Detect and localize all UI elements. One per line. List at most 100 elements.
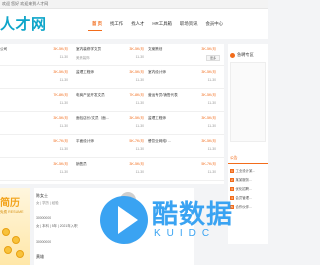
notice-text[interactable]: 某某服务... [236, 177, 252, 182]
job-title[interactable]: 电商产品开发文员 [76, 93, 105, 98]
job-salary: 3K-5K/月 [53, 162, 68, 166]
job-card[interactable]: 室内装修学文员 3K-5K/月 美贵装饰 11-30 [76, 44, 150, 66]
nav-member-center[interactable]: 会员中心 [201, 21, 227, 27]
job-date: 11-30 [207, 170, 216, 174]
site-logo[interactable]: 人才网 [0, 13, 47, 34]
job-card[interactable]: 餐饮业网络/ ... 3K-5K/月 11-30 [148, 136, 222, 158]
job-date: 11-30 [135, 101, 144, 105]
job-title[interactable]: 室内装修学文员 [76, 47, 101, 52]
job-date: 11-30 [59, 78, 68, 82]
job-salary: 3K-5K/月 [129, 162, 144, 166]
site-header: 人才网 首 页 找工作 找人才 HR工具箱 职场资讯 会员中心 [0, 9, 268, 39]
welcome-note: 欢迎 您好 欢迎来到人才网 [2, 1, 49, 6]
job-title[interactable]: 室内设计师 [148, 70, 166, 75]
notice-divider [228, 163, 268, 164]
urgent-jobs-box[interactable] [230, 62, 266, 142]
job-card[interactable]: 监理工程师 3K-5K/月 11-30 [76, 67, 150, 89]
job-row: 3K-5K/月 11-30 面包店长/文员（面... 3K-5K/月 11-30… [0, 113, 224, 135]
job-date: 11-30 [207, 124, 216, 128]
job-salary: 3K-5K/月 [129, 70, 144, 74]
urgent-jobs-heading: 急聘专区 [230, 52, 254, 58]
job-salary: 5K-7K/月 [129, 139, 144, 143]
job-card[interactable]: 7K-8K/月 11-30 [0, 90, 74, 112]
notice-number: 1 [230, 168, 234, 173]
job-date: 11-30 [207, 147, 216, 151]
notice-number: 2 [230, 177, 234, 182]
nav-hr-tools[interactable]: HR工具箱 [148, 21, 176, 27]
job-card[interactable]: 电商产品开发文员 7K-8K/月 11-30 [76, 90, 150, 112]
job-title[interactable]: 公司 [0, 47, 7, 52]
resume-line: 30000000 [36, 240, 52, 244]
job-title[interactable]: 平面设计师 [76, 139, 94, 144]
job-date: 11-30 [59, 170, 68, 174]
resume-line: 女 | 本科 | 5年 | 2021年入职 [36, 224, 78, 228]
resume-name[interactable]: 陈女士 [36, 193, 48, 199]
job-salary: 5K-7K/月 [201, 162, 216, 166]
job-card[interactable]: 3K-5K/月 11-30 [0, 113, 74, 135]
job-card[interactable]: 监理工程师 3K-5K/月 11-30 [148, 113, 222, 135]
job-title[interactable]: 营运专员/销售代表 [148, 93, 178, 98]
coin-icon [16, 250, 24, 258]
coin-icon [2, 228, 10, 236]
job-card[interactable]: 平面设计师 5K-7K/月 11-30 [76, 136, 150, 158]
job-title[interactable]: 监理工程师 [148, 116, 166, 121]
job-card[interactable]: 3K-5K/月 11-30 [0, 159, 74, 181]
resume-meta: 女 | 学历 | 经验 [36, 201, 59, 205]
job-row: 3K-5K/月 11-30 监理工程师 3K-5K/月 11-30 室内设计师 … [0, 67, 224, 89]
nav-active-indicator [88, 30, 102, 32]
job-date: 11-30 [59, 124, 68, 128]
job-row: 公司 3K-5K/月 11-30 室内装修学文员 3K-5K/月 美贵装饰 11… [0, 44, 224, 66]
job-list: 公司 3K-5K/月 11-30 室内装修学文员 3K-5K/月 美贵装饰 11… [0, 44, 224, 184]
job-salary: 3K-5K/月 [201, 93, 216, 97]
resume-name[interactable]: 黄雄 [36, 254, 44, 260]
nav-news[interactable]: 职场资讯 [176, 21, 202, 27]
job-row: 7K-8K/月 11-30 电商产品开发文员 7K-8K/月 11-30 营运专… [0, 90, 224, 112]
job-salary: 7K-8K/月 [129, 93, 144, 97]
job-salary: 5K-7K/月 [53, 139, 68, 143]
job-salary: 3K-5K/月 [53, 116, 68, 120]
nav-home[interactable]: 首 页 [88, 21, 106, 27]
urgent-icon [230, 52, 235, 58]
job-card[interactable]: 5K-7K/月 11-30 [0, 136, 74, 158]
job-salary: 3K-5K/月 [201, 47, 216, 51]
job-title[interactable]: 监理工程师 [76, 70, 94, 75]
more-button[interactable]: 更多 [206, 55, 220, 61]
job-card[interactable]: 营运专员/销售代表 3K-5K/月 11-30 [148, 90, 222, 112]
job-date: 11-30 [59, 147, 68, 151]
job-date: 11-30 [135, 78, 144, 82]
coin-icon [12, 236, 20, 244]
job-title[interactable]: 餐饮业网络/ ... [148, 139, 171, 144]
job-title[interactable]: 面包店长/文员（面... [76, 116, 109, 121]
job-salary: 7K-8K/月 [53, 93, 68, 97]
nav-find-job[interactable]: 找工作 [106, 21, 127, 27]
job-date: 11-30 [207, 78, 216, 82]
watermark-text: 酷数据 [152, 199, 234, 229]
notice-item[interactable]: 1 工业设计某... [230, 168, 255, 173]
job-title[interactable]: 销售员 [76, 162, 87, 167]
resume-banner[interactable]: 简历 免费 RESUME [0, 188, 30, 265]
job-company[interactable]: 美贵装饰 [76, 55, 90, 60]
job-salary: 3K-5K/月 [53, 47, 68, 51]
job-salary: 3K-5K/月 [129, 47, 144, 51]
job-salary: 3K-5K/月 [53, 70, 68, 74]
job-card[interactable]: 公司 3K-5K/月 11-30 [0, 44, 74, 66]
job-date: 11-30 [135, 124, 144, 128]
notice-text[interactable]: 工业设计某... [236, 168, 256, 173]
job-title[interactable]: 文案策划 [148, 47, 162, 52]
job-card[interactable]: 3K-5K/月 11-30 [0, 67, 74, 89]
watermark-subtext: KUIDC [154, 228, 216, 239]
play-triangle-icon [118, 206, 138, 234]
job-card[interactable]: 室内设计师 3K-5K/月 11-30 [148, 67, 222, 89]
notice-item[interactable]: 2 某某服务... [230, 177, 252, 182]
watermark: 酷数据 KUIDC [100, 186, 260, 256]
job-card[interactable]: 面包店长/文员（面... 3K-5K/月 11-30 [76, 113, 150, 135]
job-salary: 3K-5K/月 [201, 116, 216, 120]
job-card[interactable]: 5K-7K/月 11-30 [148, 159, 222, 181]
job-card[interactable]: 销售员 3K-5K/月 11-30 [76, 159, 150, 181]
notice-title: 公告 [230, 156, 238, 160]
job-salary: 3K-5K/月 [201, 70, 216, 74]
banner-title: 简历 [0, 198, 20, 209]
job-salary: 3K-5K/月 [129, 116, 144, 120]
nav-find-talent[interactable]: 找人才 [127, 21, 148, 27]
job-date: 11-30 [135, 147, 144, 151]
